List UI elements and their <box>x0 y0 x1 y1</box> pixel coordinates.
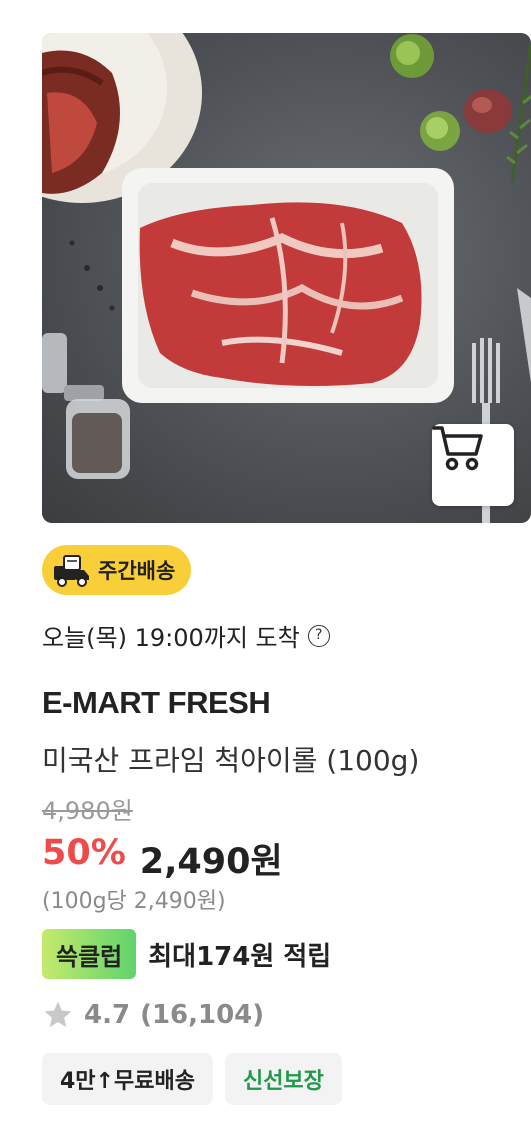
add-to-cart-button[interactable] <box>432 424 514 506</box>
star-icon <box>44 1001 72 1027</box>
rating: 4.7 (16,104) <box>42 999 264 1031</box>
delivery-truck-icon <box>54 555 89 587</box>
club-reward-text: 최대174원 적립 <box>148 941 332 972</box>
help-icon[interactable]: ? <box>307 624 330 647</box>
product-card[interactable]: 주간배송 오늘(목) 19:00까지 도착 ? E-MART FRESH 미국산… <box>42 33 531 1105</box>
arrival-info: 오늘(목) 19:00까지 도착 ? <box>42 618 330 653</box>
original-price: 4,980원 <box>42 797 133 825</box>
club-benefit: 쓱클럽 최대174원 적립 <box>42 929 331 979</box>
discount-rate: 50% <box>42 833 126 873</box>
free-shipping-tag: 4만↑무료배송 <box>42 1053 213 1105</box>
weekly-delivery-badge: 주간배송 <box>42 545 192 595</box>
price-row: 50% 2,490원 <box>42 833 283 884</box>
arrival-text: 오늘(목) 19:00까지 도착 <box>42 624 300 652</box>
freshness-guarantee-tag: 신선보장 <box>224 1053 342 1105</box>
ssg-club-badge: 쓱클럽 <box>42 929 137 979</box>
unit-price: (100g당 2,490원) <box>42 889 226 914</box>
product-tags: 4만↑무료배송 신선보장 <box>42 1053 342 1105</box>
shopping-cart-icon <box>432 426 483 471</box>
sale-price: 2,490원 <box>139 842 283 882</box>
product-name[interactable]: 미국산 프라임 척아이롤 (100g) <box>42 739 419 779</box>
product-brand: E-MART FRESH <box>42 685 271 720</box>
review-count[interactable]: (16,104) <box>140 1000 264 1030</box>
product-image[interactable] <box>42 33 531 523</box>
delivery-badge-label: 주간배송 <box>98 559 176 583</box>
rating-value: 4.7 <box>84 1000 131 1030</box>
